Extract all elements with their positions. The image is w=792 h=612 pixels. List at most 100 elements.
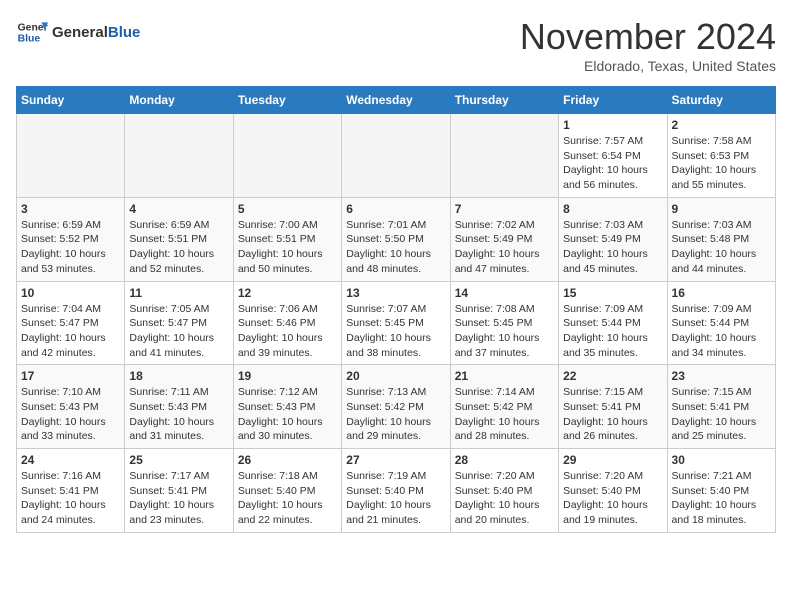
calendar-cell: 21 Sunrise: 7:14 AM Sunset: 5:42 PM Dayli…: [450, 365, 558, 449]
calendar-cell: 28 Sunrise: 7:20 AM Sunset: 5:40 PM Dayli…: [450, 449, 558, 533]
calendar-cell: 2Sunrise: 7:58 AM Sunset: 6:53 PM Daylig…: [667, 114, 775, 198]
day-number: 24: [21, 453, 120, 467]
day-number: 7: [455, 202, 554, 216]
day-info: Sunrise: 7:20 AM Sunset: 5:40 PM Dayligh…: [455, 469, 554, 528]
calendar-cell: 15Sunrise: 7:09 AM Sunset: 5:44 PM Dayli…: [559, 281, 667, 365]
day-number: 9: [672, 202, 771, 216]
day-number: 28: [455, 453, 554, 467]
weekday-header: Thursday: [450, 87, 558, 114]
day-info: Sunrise: 7:21 AM Sunset: 5:40 PM Dayligh…: [672, 469, 771, 528]
weekday-header: Sunday: [17, 87, 125, 114]
day-info: Sunrise: 7:01 AM Sunset: 5:50 PM Dayligh…: [346, 218, 445, 277]
day-number: 3: [21, 202, 120, 216]
day-number: 25: [129, 453, 228, 467]
calendar-week-row: 1Sunrise: 7:57 AM Sunset: 6:54 PM Daylig…: [17, 114, 776, 198]
calendar-week-row: 24Sunrise: 7:16 AM Sunset: 5:41 PM Dayli…: [17, 449, 776, 533]
calendar-cell: 22Sunrise: 7:15 AM Sunset: 5:41 PM Dayli…: [559, 365, 667, 449]
calendar-cell: 14 Sunrise: 7:08 AM Sunset: 5:45 PM Dayli…: [450, 281, 558, 365]
day-number: 18: [129, 369, 228, 383]
day-number: 10: [21, 286, 120, 300]
day-number: 15: [563, 286, 662, 300]
page-header: General Blue GeneralBlue November 2024 E…: [16, 16, 776, 74]
calendar-cell: 1Sunrise: 7:57 AM Sunset: 6:54 PM Daylig…: [559, 114, 667, 198]
calendar-cell: [233, 114, 341, 198]
calendar-cell: [342, 114, 450, 198]
calendar-header-row: SundayMondayTuesdayWednesdayThursdayFrid…: [17, 87, 776, 114]
day-number: 13: [346, 286, 445, 300]
calendar-cell: 24Sunrise: 7:16 AM Sunset: 5:41 PM Dayli…: [17, 449, 125, 533]
calendar-cell: 8 Sunrise: 7:03 AM Sunset: 5:49 PM Daylig…: [559, 197, 667, 281]
day-info: Sunrise: 7:08 AM Sunset: 5:45 PM Dayligh…: [455, 302, 554, 361]
calendar-cell: 17 Sunrise: 7:10 AM Sunset: 5:43 PM Dayli…: [17, 365, 125, 449]
day-number: 2: [672, 118, 771, 132]
calendar-cell: 3Sunrise: 6:59 AM Sunset: 5:52 PM Daylig…: [17, 197, 125, 281]
day-number: 6: [346, 202, 445, 216]
location-subtitle: Eldorado, Texas, United States: [520, 58, 776, 74]
calendar-cell: 12Sunrise: 7:06 AM Sunset: 5:46 PM Dayli…: [233, 281, 341, 365]
month-title: November 2024: [520, 16, 776, 58]
day-number: 22: [563, 369, 662, 383]
calendar-cell: 26 Sunrise: 7:18 AM Sunset: 5:40 PM Dayli…: [233, 449, 341, 533]
calendar-cell: 27 Sunrise: 7:19 AM Sunset: 5:40 PM Dayli…: [342, 449, 450, 533]
svg-text:Blue: Blue: [18, 34, 41, 45]
day-info: Sunrise: 7:14 AM Sunset: 5:42 PM Dayligh…: [455, 385, 554, 444]
calendar-cell: 10 Sunrise: 7:04 AM Sunset: 5:47 PM Dayli…: [17, 281, 125, 365]
day-info: Sunrise: 7:12 AM Sunset: 5:43 PM Dayligh…: [238, 385, 337, 444]
day-number: 26: [238, 453, 337, 467]
calendar-cell: 25Sunrise: 7:17 AM Sunset: 5:41 PM Dayli…: [125, 449, 233, 533]
logo-icon: General Blue: [16, 16, 48, 48]
calendar-cell: 11Sunrise: 7:05 AM Sunset: 5:47 PM Dayli…: [125, 281, 233, 365]
calendar-week-row: 3Sunrise: 6:59 AM Sunset: 5:52 PM Daylig…: [17, 197, 776, 281]
day-info: Sunrise: 7:04 AM Sunset: 5:47 PM Dayligh…: [21, 302, 120, 361]
calendar-cell: 5 Sunrise: 7:00 AM Sunset: 5:51 PM Daylig…: [233, 197, 341, 281]
calendar-cell: 23 Sunrise: 7:15 AM Sunset: 5:41 PM Dayli…: [667, 365, 775, 449]
day-number: 8: [563, 202, 662, 216]
day-number: 21: [455, 369, 554, 383]
day-number: 19: [238, 369, 337, 383]
calendar-cell: [125, 114, 233, 198]
calendar-cell: 30Sunrise: 7:21 AM Sunset: 5:40 PM Dayli…: [667, 449, 775, 533]
calendar-cell: 4Sunrise: 6:59 AM Sunset: 5:51 PM Daylig…: [125, 197, 233, 281]
day-info: Sunrise: 7:10 AM Sunset: 5:43 PM Dayligh…: [21, 385, 120, 444]
calendar-table: SundayMondayTuesdayWednesdayThursdayFrid…: [16, 86, 776, 533]
day-number: 27: [346, 453, 445, 467]
day-number: 12: [238, 286, 337, 300]
calendar-cell: 29Sunrise: 7:20 AM Sunset: 5:40 PM Dayli…: [559, 449, 667, 533]
calendar-cell: 18 Sunrise: 7:11 AM Sunset: 5:43 PM Dayli…: [125, 365, 233, 449]
day-info: Sunrise: 7:05 AM Sunset: 5:47 PM Dayligh…: [129, 302, 228, 361]
calendar-cell: [450, 114, 558, 198]
day-number: 14: [455, 286, 554, 300]
day-info: Sunrise: 7:00 AM Sunset: 5:51 PM Dayligh…: [238, 218, 337, 277]
day-info: Sunrise: 7:15 AM Sunset: 5:41 PM Dayligh…: [672, 385, 771, 444]
weekday-header: Saturday: [667, 87, 775, 114]
day-info: Sunrise: 7:18 AM Sunset: 5:40 PM Dayligh…: [238, 469, 337, 528]
day-number: 16: [672, 286, 771, 300]
calendar-cell: 7 Sunrise: 7:02 AM Sunset: 5:49 PM Daylig…: [450, 197, 558, 281]
day-info: Sunrise: 7:02 AM Sunset: 5:49 PM Dayligh…: [455, 218, 554, 277]
day-number: 23: [672, 369, 771, 383]
day-info: Sunrise: 7:19 AM Sunset: 5:40 PM Dayligh…: [346, 469, 445, 528]
calendar-cell: 16 Sunrise: 7:09 AM Sunset: 5:44 PM Dayli…: [667, 281, 775, 365]
day-number: 17: [21, 369, 120, 383]
calendar-week-row: 17 Sunrise: 7:10 AM Sunset: 5:43 PM Dayli…: [17, 365, 776, 449]
title-block: November 2024 Eldorado, Texas, United St…: [520, 16, 776, 74]
weekday-header: Friday: [559, 87, 667, 114]
day-info: Sunrise: 7:11 AM Sunset: 5:43 PM Dayligh…: [129, 385, 228, 444]
day-info: Sunrise: 7:09 AM Sunset: 5:44 PM Dayligh…: [672, 302, 771, 361]
day-info: Sunrise: 7:13 AM Sunset: 5:42 PM Dayligh…: [346, 385, 445, 444]
day-info: Sunrise: 7:03 AM Sunset: 5:49 PM Dayligh…: [563, 218, 662, 277]
weekday-header: Tuesday: [233, 87, 341, 114]
logo: General Blue GeneralBlue: [16, 16, 140, 48]
calendar-cell: 9 Sunrise: 7:03 AM Sunset: 5:48 PM Daylig…: [667, 197, 775, 281]
day-info: Sunrise: 7:57 AM Sunset: 6:54 PM Dayligh…: [563, 134, 662, 193]
day-info: Sunrise: 7:03 AM Sunset: 5:48 PM Dayligh…: [672, 218, 771, 277]
logo-text: GeneralBlue: [52, 24, 140, 41]
calendar-cell: 13 Sunrise: 7:07 AM Sunset: 5:45 PM Dayli…: [342, 281, 450, 365]
day-info: Sunrise: 7:07 AM Sunset: 5:45 PM Dayligh…: [346, 302, 445, 361]
calendar-cell: 6 Sunrise: 7:01 AM Sunset: 5:50 PM Daylig…: [342, 197, 450, 281]
weekday-header: Monday: [125, 87, 233, 114]
calendar-cell: [17, 114, 125, 198]
day-number: 5: [238, 202, 337, 216]
calendar-cell: 20 Sunrise: 7:13 AM Sunset: 5:42 PM Dayli…: [342, 365, 450, 449]
day-number: 20: [346, 369, 445, 383]
